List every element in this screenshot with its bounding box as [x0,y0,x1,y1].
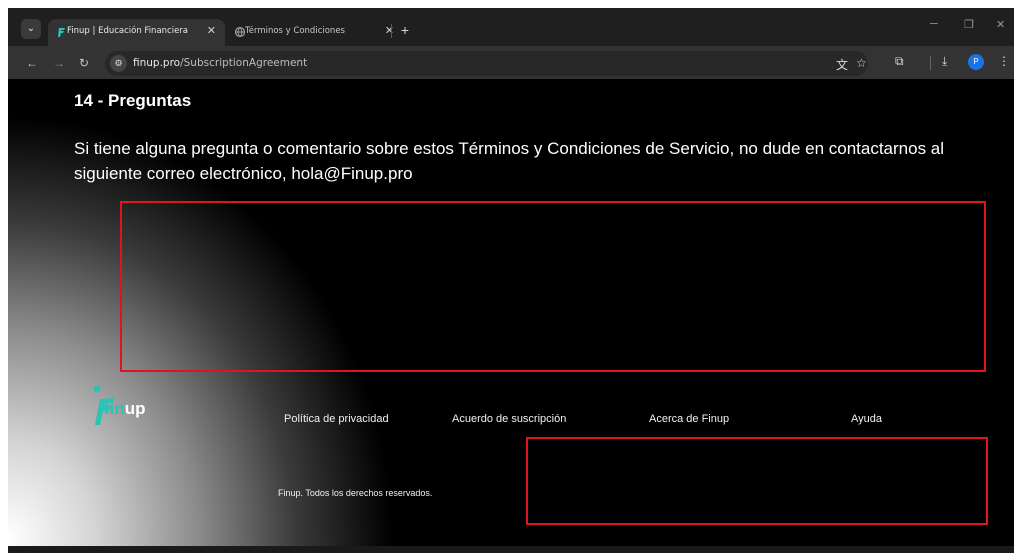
tab-title: Términos y Condiciones [245,26,345,36]
footer-link-suscripcion[interactable]: Acuerdo de suscripción [452,413,566,425]
tune-icon[interactable]: ⚙ [110,55,127,72]
tab-strip: ⌄ Finup | Educación Financiera ✕ Término… [8,8,1014,46]
tab-terminos[interactable]: Términos y Condiciones ✕ [226,19,403,46]
close-icon[interactable]: ✕ [207,19,216,44]
copyright-text: Finup. Todos los derechos reservados. [278,488,433,498]
footer-link-ayuda[interactable]: Ayuda [851,413,882,425]
close-icon[interactable]: ✕ [385,19,394,44]
restore-icon[interactable]: ❐ [964,18,974,31]
puzzle-icon[interactable]: ⧉ [895,54,904,69]
url-host: finup.pro [133,57,181,69]
avatar[interactable]: P [968,54,984,70]
toolbar-separator [930,56,931,70]
url-text[interactable]: finup.pro/SubscriptionAgreement [133,57,307,69]
logo-part-fin: fin [104,399,125,418]
download-icon[interactable]: ⤓ [942,54,947,69]
forward-icon[interactable]: → [51,55,67,71]
close-icon[interactable]: ✕ [996,18,1005,31]
horizontal-scrollbar[interactable] [8,546,1014,553]
address-bar[interactable]: ⚙ finup.pro/SubscriptionAgreement 文 ☆ [105,51,868,76]
star-icon[interactable]: ☆ [856,56,867,70]
translate-icon[interactable]: 文 [836,56,848,73]
tab-title: Finup | Educación Financiera [67,26,189,36]
finup-logo-text[interactable]: finup [104,399,146,419]
browser-window: ⌄ Finup | Educación Financiera ✕ Término… [8,8,1014,553]
section-heading: 14 - Preguntas [74,91,192,110]
browser-toolbar: ← → ↻ ⚙ finup.pro/SubscriptionAgreement … [8,46,1014,79]
new-tab-button[interactable]: + [395,19,415,41]
reload-icon[interactable]: ↻ [76,55,92,71]
chevron-down-icon: ⌄ [26,23,36,34]
tab-separator [391,24,392,38]
footer-link-privacidad[interactable]: Política de privacidad [284,413,389,425]
more-vert-icon[interactable]: ⋮ [998,54,1010,68]
back-icon[interactable]: ← [24,55,40,71]
logo-part-up: up [124,399,146,418]
section-paragraph: Si tiene alguna pregunta o comentario so… [74,139,945,183]
tab-search-button[interactable]: ⌄ [21,19,41,39]
highlight-box-bottom [526,437,988,525]
footer-link-acerca[interactable]: Acerca de Finup [649,413,729,425]
minimize-icon[interactable]: ─ [930,18,938,30]
highlight-box-top [120,201,986,372]
tab-finup[interactable]: Finup | Educación Financiera ✕ [48,19,225,46]
url-path: /SubscriptionAgreement [180,57,308,69]
page-content: 14 - Preguntas Si tiene alguna pregunta … [8,79,1014,553]
